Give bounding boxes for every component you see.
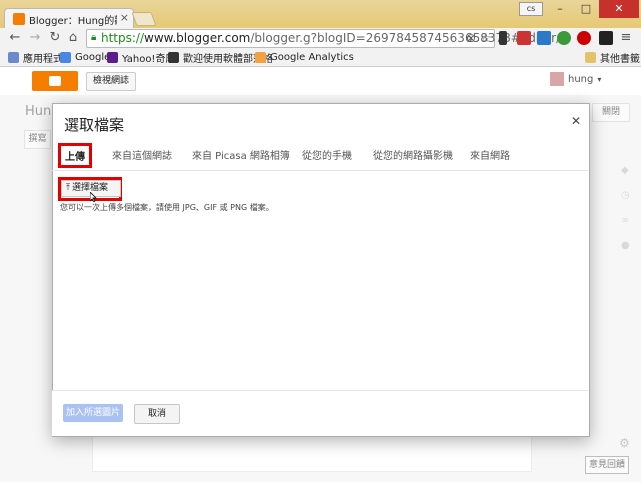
tab-from-webcam[interactable]: 從您的網路攝影機 [373,147,453,162]
bookmark-other[interactable]: 其他書籤 [585,50,640,65]
extension-icon-6[interactable] [599,31,613,45]
user-badge[interactable]: cs [519,2,543,16]
tab-from-this-blog[interactable]: 來自這個網誌 [112,147,172,162]
blog-icon [168,51,179,63]
avatar [550,72,564,86]
home-icon[interactable]: ⌂ [64,28,82,48]
tab-from-picasa[interactable]: 來自 Picasa 網路相簿 [192,147,290,162]
menu-icon[interactable]: ≡ [617,28,635,48]
upload-hint: 您可以一次上傳多個檔案，請使用 JPG、GIF 或 PNG 檔案。 [60,203,274,212]
add-selected-button[interactable]: 加入所選圖片 [63,404,123,422]
chevron-down-icon: ▾ [597,74,602,84]
cancel-button[interactable]: 取消 [134,404,180,424]
forward-icon[interactable]: → [26,28,44,48]
blogger-icon [49,76,61,86]
window-controls: cs – □ ✕ [519,0,639,18]
url-text: https://www.blogger.com/blogger.g?blogID… [101,31,561,45]
tab-from-phone[interactable]: 從您的手機 [302,147,352,162]
extension-icon-3[interactable] [537,31,551,45]
view-blog-button[interactable]: 檢視網誌 [86,72,136,91]
window-close-icon[interactable]: ✕ [599,0,639,18]
blogger-favicon-icon [13,13,25,25]
folder-icon [585,51,596,63]
bookmark-yahoo[interactable]: Yahoo!奇摩 [107,50,175,65]
blogger-logo-button[interactable] [32,71,78,91]
yahoo-icon [107,51,118,63]
tab-title: Blogger：Hung的歡樂袋 [29,16,117,27]
apps-icon [8,51,19,63]
tab-close-icon[interactable]: × [120,11,129,24]
upload-icon: ⤒ [66,183,70,193]
minimize-icon[interactable]: – [547,0,573,18]
tab-upload[interactable]: 上傳 [58,143,92,168]
dialog-title: 選取檔案 [64,116,125,134]
analytics-icon [255,51,266,63]
dialog-close-icon[interactable]: ✕ [571,114,581,128]
bookmark-analytics[interactable]: Google Analytics [255,50,354,64]
address-bar[interactable]: 🔒︎ https://www.blogger.com/blogger.g?blo… [86,29,560,48]
reload-icon[interactable]: ↻ [46,28,64,48]
tab-from-web[interactable]: 來自網路 [470,147,510,162]
mouse-cursor-icon [90,192,97,202]
bookmark-star-icon[interactable]: ☆ [480,31,491,45]
user-menu[interactable]: hung ▾ [550,72,601,86]
back-icon[interactable]: ← [6,28,24,48]
extension-icon-1[interactable] [499,31,507,45]
bookmark-apps[interactable]: 應用程式 [8,50,63,65]
dialog-footer [52,390,588,436]
google-icon [60,51,71,63]
extension-icon-4[interactable] [557,31,571,45]
lock-icon: 🔒︎ [91,32,97,43]
translate-icon[interactable]: ⊗ [466,31,476,45]
extension-icon-2[interactable] [517,31,531,45]
browser-tab[interactable]: Blogger：Hung的歡樂袋 × [4,8,134,29]
extension-icon-5[interactable] [577,31,591,45]
bookmark-google[interactable]: Google [60,50,110,64]
maximize-icon[interactable]: □ [573,0,599,18]
